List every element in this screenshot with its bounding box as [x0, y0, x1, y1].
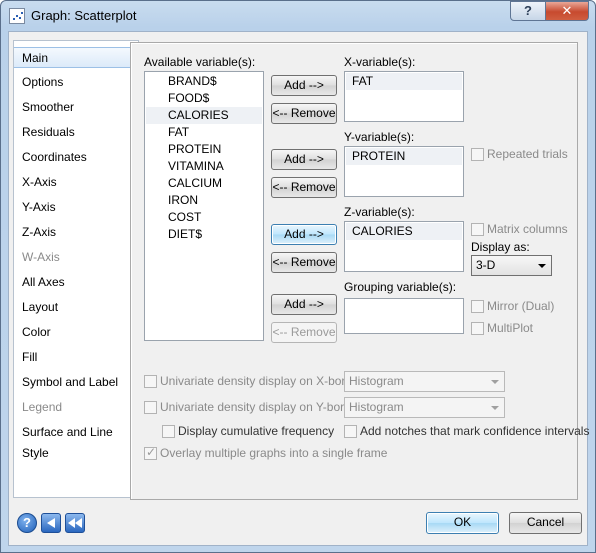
y-variable-label: Y-variable(s):	[344, 130, 415, 144]
chevron-down-icon	[538, 264, 546, 268]
x-variable-list[interactable]: FAT	[344, 71, 464, 122]
sidebar-item-w-axis: W-Axis	[22, 250, 60, 264]
multiplot-checkbox[interactable]	[471, 322, 484, 335]
chevron-down-icon	[491, 380, 499, 384]
x-border-density-label: Univariate density display on X-border	[160, 374, 363, 388]
x-variable-label: X-variable(s):	[344, 55, 416, 69]
ok-button[interactable]: OK	[426, 512, 499, 534]
y-add-button[interactable]: Add -->	[271, 149, 337, 170]
display-as-value: 3-D	[476, 258, 496, 272]
sidebar-item-color[interactable]: Color	[14, 322, 138, 343]
sidebar-item-legend: Legend	[22, 400, 63, 414]
z-remove-button[interactable]: <-- Remove	[271, 252, 337, 273]
multiplot-label: MultiPlot	[487, 321, 534, 335]
dialog-client: Main Options Smoother Residuals Coordina…	[8, 31, 589, 546]
overlay-graphs-checkbox[interactable]	[144, 445, 157, 460]
repeated-trials-checkbox[interactable]	[471, 148, 484, 161]
sidebar-item-x-axis[interactable]: X-Axis	[14, 172, 138, 193]
matrix-columns-checkbox[interactable]	[471, 223, 484, 236]
y-variable-item[interactable]: PROTEIN	[346, 148, 462, 165]
y-border-density-checkbox[interactable]	[144, 401, 157, 414]
sidebar-item-main[interactable]: Main	[14, 47, 138, 68]
x-border-density-value: Histogram	[349, 374, 404, 388]
grouping-remove-button: <-- Remove	[271, 322, 337, 343]
close-icon[interactable]: ✕	[545, 1, 589, 21]
available-variables-list[interactable]: BRAND$ FOOD$ CALORIES FAT PROTEIN VITAMI…	[144, 71, 264, 341]
z-variable-list[interactable]: CALORIES	[344, 221, 464, 272]
list-item[interactable]: FAT	[146, 124, 262, 141]
sidebar-item-residuals[interactable]: Residuals	[14, 122, 138, 143]
help-icon[interactable]: ?	[510, 1, 546, 21]
sidebar-item-options[interactable]: Options	[14, 72, 138, 93]
grouping-variable-label: Grouping variable(s):	[344, 280, 457, 294]
list-item[interactable]: CALCIUM	[146, 175, 262, 192]
repeated-trials-label: Repeated trials	[487, 147, 568, 161]
overlay-graphs-label: Overlay multiple graphs into a single fr…	[160, 446, 388, 460]
y-variable-list[interactable]: PROTEIN	[344, 146, 464, 197]
window-title: Graph: Scatterplot	[31, 8, 137, 23]
sidebar-item-layout[interactable]: Layout	[14, 297, 138, 318]
help-circle-icon[interactable]: ?	[17, 513, 37, 533]
matrix-columns-label: Matrix columns	[487, 222, 568, 236]
sidebar-item-y-axis[interactable]: Y-Axis	[14, 197, 138, 218]
grouping-add-button[interactable]: Add -->	[271, 294, 337, 315]
list-item[interactable]: VITAMINA	[146, 158, 262, 175]
z-add-button[interactable]: Add -->	[271, 224, 337, 245]
main-panel: Available variable(s): BRAND$ FOOD$ CALO…	[130, 42, 589, 500]
x-border-density-checkbox[interactable]	[144, 375, 157, 388]
sidebar-item-fill[interactable]: Fill	[14, 347, 138, 368]
sidebar-item-smoother[interactable]: Smoother	[14, 97, 138, 118]
sidebar: Main Options Smoother Residuals Coordina…	[13, 40, 139, 498]
y-border-density-label: Univariate density display on Y-border	[160, 400, 362, 414]
list-item[interactable]: CALORIES	[146, 107, 262, 124]
list-item[interactable]: FOOD$	[146, 90, 262, 107]
list-item[interactable]: IRON	[146, 192, 262, 209]
grouping-variable-list[interactable]	[344, 298, 464, 334]
sidebar-item-coordinates[interactable]: Coordinates	[14, 147, 138, 168]
available-variables-label: Available variable(s):	[144, 55, 256, 69]
mirror-dual-checkbox[interactable]	[471, 300, 484, 313]
sidebar-item-all-axes[interactable]: All Axes	[14, 272, 138, 293]
rewind-arrow-icon[interactable]	[65, 513, 85, 533]
notches-checkbox[interactable]	[344, 425, 357, 438]
display-as-select[interactable]: 3-D	[471, 255, 552, 276]
y-border-density-select: Histogram	[344, 397, 505, 418]
scatterplot-app-icon	[9, 8, 25, 24]
list-item[interactable]: PROTEIN	[146, 141, 262, 158]
notches-label: Add notches that mark confidence interva…	[360, 424, 590, 438]
list-item[interactable]: BRAND$	[146, 73, 262, 90]
chevron-down-icon	[491, 406, 499, 410]
cumulative-frequency-label: Display cumulative frequency	[178, 424, 335, 438]
x-variable-item[interactable]: FAT	[346, 73, 462, 90]
sidebar-item-surface-and-line-style[interactable]: Surface and Line Style	[14, 422, 138, 460]
x-border-density-select: Histogram	[344, 371, 505, 392]
z-variable-item[interactable]: CALORIES	[346, 223, 462, 240]
x-remove-button[interactable]: <-- Remove	[271, 103, 337, 124]
list-item[interactable]: COST	[146, 209, 262, 226]
y-remove-button[interactable]: <-- Remove	[271, 177, 337, 198]
sidebar-item-symbol-and-label[interactable]: Symbol and Label	[14, 372, 138, 393]
mirror-dual-label: Mirror (Dual)	[487, 299, 555, 313]
scatterplot-dialog: Graph: Scatterplot ? ✕ Main Options Smoo…	[0, 0, 596, 553]
cancel-button[interactable]: Cancel	[509, 512, 582, 534]
list-item[interactable]: DIET$	[146, 226, 262, 243]
cumulative-frequency-checkbox[interactable]	[162, 425, 175, 438]
y-border-density-value: Histogram	[349, 400, 404, 414]
sidebar-item-z-axis[interactable]: Z-Axis	[14, 222, 138, 243]
back-arrow-icon[interactable]	[41, 513, 61, 533]
display-as-label: Display as:	[471, 240, 530, 254]
title-bar[interactable]: Graph: Scatterplot ? ✕	[1, 1, 595, 31]
z-variable-label: Z-variable(s):	[344, 205, 415, 219]
x-add-button[interactable]: Add -->	[271, 75, 337, 96]
